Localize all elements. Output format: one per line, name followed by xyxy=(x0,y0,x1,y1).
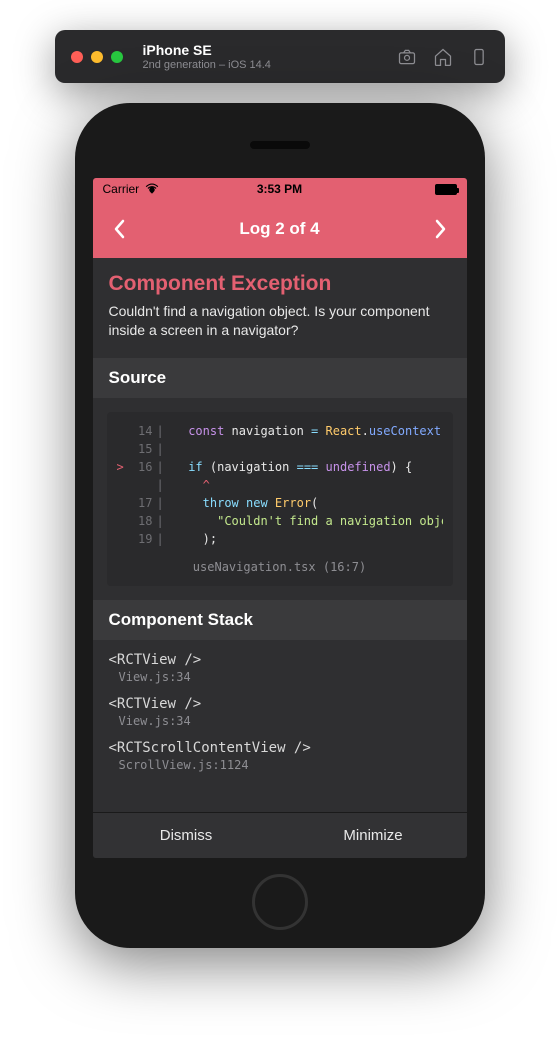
stack-location: View.js:34 xyxy=(109,714,451,728)
fullscreen-window-button[interactable] xyxy=(111,51,123,63)
code-line: | ^ xyxy=(107,476,453,494)
dismiss-button[interactable]: Dismiss xyxy=(93,813,280,858)
code-line: 14| const navigation = React.useContext(… xyxy=(107,422,453,440)
stack-component: <RCTView /> xyxy=(109,652,451,668)
screenshot-icon[interactable] xyxy=(397,47,417,67)
code-line: 18| "Couldn't find a navigation objec xyxy=(107,512,453,530)
phone-speaker xyxy=(250,141,310,149)
source-code-block: 14| const navigation = React.useContext(… xyxy=(107,412,453,586)
stack-component: <RCTView /> xyxy=(109,696,451,712)
home-button[interactable] xyxy=(252,874,308,930)
log-nav-title: Log 2 of 4 xyxy=(239,219,319,239)
status-time: 3:53 PM xyxy=(257,182,302,196)
log-navigation: Log 2 of 4 xyxy=(93,200,467,258)
home-icon[interactable] xyxy=(433,47,453,67)
traffic-lights xyxy=(71,51,123,63)
stack-location: View.js:34 xyxy=(109,670,451,684)
component-stack-list: <RCTView /> View.js:34 <RCTView /> View.js:… xyxy=(93,640,467,788)
stack-frame[interactable]: <RCTView /> View.js:34 xyxy=(109,696,451,728)
code-line: 15| xyxy=(107,440,453,458)
simulator-title-bar: iPhone SE 2nd generation – iOS 14.4 xyxy=(55,30,505,83)
minimize-window-button[interactable] xyxy=(91,51,103,63)
phone-screen: Carrier 3:53 PM Log 2 of 4 Component Exc… xyxy=(93,178,467,858)
minimize-button[interactable]: Minimize xyxy=(280,813,467,858)
status-bar: Carrier 3:53 PM xyxy=(93,178,467,200)
phone-frame: Carrier 3:53 PM Log 2 of 4 Component Exc… xyxy=(75,103,485,948)
error-scroll-area[interactable]: Component Exception Couldn't find a navi… xyxy=(93,258,467,812)
stack-frame[interactable]: <RCTView /> View.js:34 xyxy=(109,652,451,684)
source-file-location: useNavigation.tsx (16:7) xyxy=(107,548,453,586)
simulator-actions xyxy=(397,47,489,67)
error-title: Component Exception xyxy=(109,272,451,296)
close-window-button[interactable] xyxy=(71,51,83,63)
stack-location: ScrollView.js:1124 xyxy=(109,758,451,772)
code-line: 17| throw new Error( xyxy=(107,494,453,512)
rotate-icon[interactable] xyxy=(469,47,489,67)
error-message: Couldn't find a navigation object. Is yo… xyxy=(109,302,451,340)
battery-icon xyxy=(435,184,457,195)
stack-frame[interactable]: <RCTScrollContentView /> ScrollView.js:11… xyxy=(109,740,451,772)
source-heading: Source xyxy=(93,358,467,398)
simulator-device-info: iPhone SE 2nd generation – iOS 14.4 xyxy=(143,42,271,71)
device-name: iPhone SE xyxy=(143,42,271,58)
logbox-bottom-bar: Dismiss Minimize xyxy=(93,812,467,858)
stack-component: <RCTScrollContentView /> xyxy=(109,740,451,756)
code-line: 19| ); xyxy=(107,530,453,548)
next-log-button[interactable] xyxy=(433,218,447,240)
wifi-icon xyxy=(145,182,159,196)
component-stack-heading: Component Stack xyxy=(93,600,467,640)
device-subtitle: 2nd generation – iOS 14.4 xyxy=(143,59,271,71)
code-line: >16| if (navigation === undefined) { xyxy=(107,458,453,476)
error-header: Component Exception Couldn't find a navi… xyxy=(93,258,467,358)
prev-log-button[interactable] xyxy=(113,218,127,240)
carrier-label: Carrier xyxy=(103,182,140,196)
